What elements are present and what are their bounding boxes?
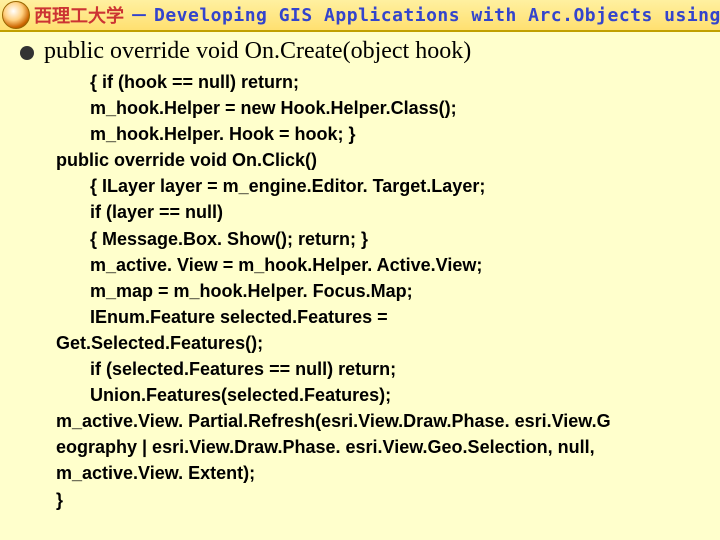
- code-line: m_hook.Helper = new Hook.Helper.Class();: [90, 95, 700, 121]
- header-subtitle: Developing GIS Applications with Arc.Obj…: [154, 5, 720, 26]
- code-line: m_active. View = m_hook.Helper. Active.V…: [90, 252, 700, 278]
- code-line: if (selected.Features == null) return;: [90, 356, 700, 382]
- university-name: 西理工大学: [34, 2, 124, 28]
- code-line: m_map = m_hook.Helper. Focus.Map;: [90, 278, 700, 304]
- university-logo-icon: [2, 1, 30, 29]
- code-line: m_active.View. Extent);: [56, 460, 700, 486]
- slide: 西理工大学 － Developing GIS Applications with…: [0, 0, 720, 540]
- code-line: m_hook.Helper. Hook = hook; }: [90, 121, 700, 147]
- slide-body: public override void On.Create(object ho…: [0, 32, 720, 513]
- code-line: public override void On.Click(): [56, 147, 700, 173]
- code-line: m_active.View. Partial.Refresh(esri.View…: [56, 408, 700, 434]
- bullet-item: public override void On.Create(object ho…: [14, 38, 706, 65]
- code-line: if (layer == null): [90, 199, 700, 225]
- code-line: IEnum.Feature selected.Features =: [90, 304, 700, 330]
- bullet-text: public override void On.Create(object ho…: [44, 38, 471, 65]
- code-block: { if (hook == null) return; m_hook.Helpe…: [90, 69, 700, 513]
- code-line: { if (hook == null) return;: [90, 69, 700, 95]
- code-line: { Message.Box. Show(); return; }: [90, 226, 700, 252]
- code-line: }: [56, 487, 700, 513]
- code-line: Get.Selected.Features();: [56, 330, 700, 356]
- header-separator: －: [130, 2, 148, 28]
- code-line: { ILayer layer = m_engine.Editor. Target…: [90, 173, 700, 199]
- slide-header: 西理工大学 － Developing GIS Applications with…: [0, 0, 720, 32]
- code-line: eography | esri.View.Draw.Phase. esri.Vi…: [56, 434, 700, 460]
- code-line: Union.Features(selected.Features);: [90, 382, 700, 408]
- bullet-icon: [20, 46, 34, 60]
